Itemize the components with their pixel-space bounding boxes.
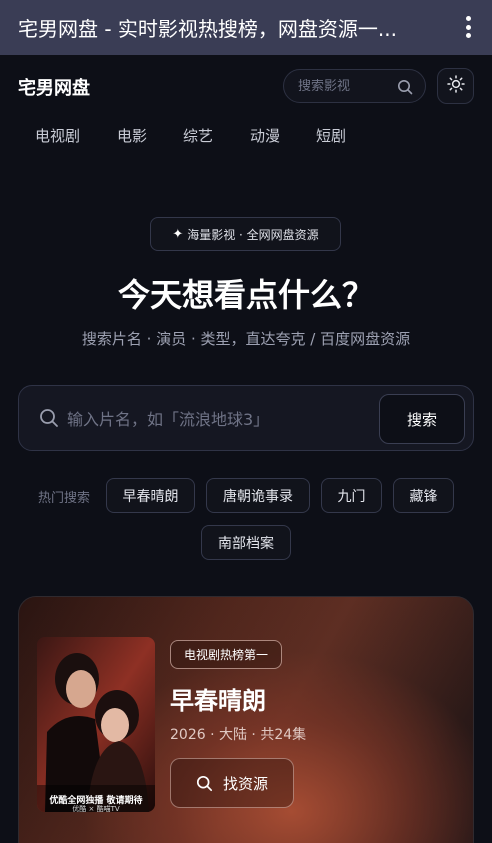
header-search-input[interactable] bbox=[298, 78, 390, 94]
hero-badge: ✦ 海量影视 · 全网网盘资源 bbox=[150, 217, 341, 251]
featured-rank-badge: 电视剧热榜第一 bbox=[170, 640, 283, 669]
poster-caption-sub: 优酷 × 酷喵TV bbox=[72, 805, 120, 812]
hot-tag[interactable]: 南部档案 bbox=[201, 525, 291, 560]
app-title-bar: 宅男网盘 - 实时影视热搜榜，网盘资源一... bbox=[0, 0, 492, 55]
brand-logo-text[interactable]: 宅男网盘 bbox=[18, 74, 90, 100]
hero-badge-text: 海量影视 · 全网网盘资源 bbox=[187, 227, 319, 242]
sun-icon bbox=[446, 75, 465, 97]
featured-card[interactable]: 优酷全网独播 敬请期待 优酷 × 酷喵TV 电视剧热榜第一 早春晴朗 2026 … bbox=[18, 596, 474, 843]
hot-search-label: 热门搜索 bbox=[38, 491, 91, 506]
search-icon[interactable] bbox=[397, 79, 413, 99]
hero-title: 今天想看点什么？ bbox=[117, 276, 374, 314]
hot-tag[interactable]: 早春晴朗 bbox=[106, 478, 195, 513]
nav-item-short-drama[interactable]: 短剧 bbox=[316, 125, 346, 146]
find-resource-button[interactable]: 找资源 bbox=[170, 758, 294, 808]
featured-meta: 2026 · 大陆 · 共24集 bbox=[170, 727, 307, 743]
hot-tag[interactable]: 唐朝诡事录 bbox=[206, 478, 310, 513]
main-search-box: 搜索 bbox=[18, 385, 474, 451]
hot-tag[interactable]: 九门 bbox=[321, 478, 382, 513]
header-search[interactable] bbox=[283, 69, 426, 103]
more-vertical-icon[interactable] bbox=[458, 13, 478, 41]
nav-item-variety[interactable]: 综艺 bbox=[183, 125, 213, 146]
sparkle-icon: ✦ bbox=[172, 226, 184, 242]
search-icon bbox=[196, 775, 213, 792]
nav-item-anime[interactable]: 动漫 bbox=[250, 125, 280, 146]
nav-item-tv[interactable]: 电视剧 bbox=[35, 125, 80, 146]
theme-toggle-button[interactable] bbox=[437, 68, 474, 104]
hero-subtitle: 搜索片名 · 演员 · 类型，直达夸克 / 百度网盘资源 bbox=[81, 330, 411, 348]
search-icon bbox=[39, 408, 59, 432]
window-title: 宅男网盘 - 实时影视热搜榜，网盘资源一... bbox=[18, 17, 398, 41]
find-resource-label: 找资源 bbox=[222, 774, 268, 793]
hot-tag[interactable]: 藏锋 bbox=[393, 478, 454, 513]
category-nav: 电视剧 电影 综艺 动漫 短剧 bbox=[0, 125, 492, 149]
main-search-button[interactable]: 搜索 bbox=[379, 394, 465, 444]
featured-poster-image[interactable]: 优酷全网独播 敬请期待 优酷 × 酷喵TV bbox=[37, 637, 155, 812]
nav-item-movie[interactable]: 电影 bbox=[117, 125, 147, 146]
featured-title[interactable]: 早春晴朗 bbox=[170, 681, 266, 716]
main-search-input[interactable] bbox=[67, 404, 367, 434]
